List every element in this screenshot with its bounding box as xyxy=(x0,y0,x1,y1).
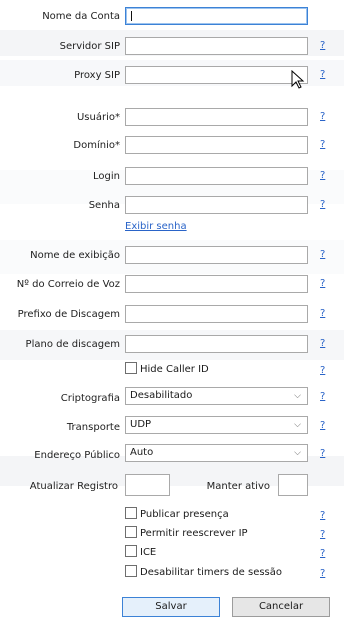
sip-proxy-label: Proxy SIP xyxy=(74,70,120,81)
allow-ip-rewrite-label: Permitir reescrever IP xyxy=(140,528,248,539)
public-address-help-link[interactable]: ? xyxy=(320,448,325,459)
login-help-link[interactable]: ? xyxy=(320,170,325,181)
encryption-select[interactable]: Desabilitado ⌵ xyxy=(125,387,308,405)
text-caret xyxy=(131,11,132,21)
checkbox-box[interactable] xyxy=(125,545,137,557)
publish-presence-help-link[interactable]: ? xyxy=(320,510,325,521)
disable-session-timers-label: Desabilitar timers de sessão xyxy=(140,567,283,578)
sip-server-help-link[interactable]: ? xyxy=(320,40,325,51)
hide-caller-id-label: Hide Caller ID xyxy=(140,364,209,375)
password-input[interactable] xyxy=(125,196,308,214)
user-label-text: Usuário xyxy=(76,112,115,123)
checkbox-box[interactable] xyxy=(125,507,137,519)
allow-ip-rewrite-checkbox[interactable]: Permitir reescrever IP xyxy=(125,526,248,541)
sip-proxy-input[interactable] xyxy=(125,66,308,84)
public-address-value: Auto xyxy=(130,447,154,458)
dial-prefix-label: Prefixo de Discagem xyxy=(17,309,120,320)
checkbox-box[interactable] xyxy=(125,362,137,374)
checkbox-box[interactable] xyxy=(125,526,137,538)
encryption-help-link[interactable]: ? xyxy=(320,391,325,402)
disable-session-timers-help-link[interactable]: ? xyxy=(320,568,325,579)
user-input[interactable] xyxy=(125,108,308,126)
public-address-select[interactable]: Auto ⌵ xyxy=(125,444,308,462)
keep-alive-input[interactable] xyxy=(278,474,308,496)
domain-help-link[interactable]: ? xyxy=(320,139,325,150)
sip-proxy-help-link[interactable]: ? xyxy=(320,69,325,80)
voicemail-input[interactable] xyxy=(125,275,308,293)
display-name-help-link[interactable]: ? xyxy=(320,249,325,260)
publish-presence-label: Publicar presença xyxy=(140,509,229,520)
transport-label: Transporte xyxy=(66,422,120,433)
display-name-input[interactable] xyxy=(125,246,308,264)
chevron-down-icon: ⌵ xyxy=(294,448,301,458)
disable-session-timers-checkbox[interactable]: Desabilitar timers de sessão xyxy=(125,565,283,580)
domain-input[interactable] xyxy=(125,136,308,154)
transport-value: UDP xyxy=(130,419,152,430)
transport-help-link[interactable]: ? xyxy=(320,420,325,431)
ice-checkbox[interactable]: ICE xyxy=(125,545,157,560)
dial-plan-input[interactable] xyxy=(125,335,308,353)
login-label: Login xyxy=(93,171,120,182)
ice-help-link[interactable]: ? xyxy=(320,548,325,559)
user-help-link[interactable]: ? xyxy=(320,111,325,122)
cancel-button[interactable]: Cancelar xyxy=(232,597,330,617)
domain-label: Domínio* xyxy=(0,139,120,152)
hide-caller-id-checkbox[interactable]: Hide Caller ID xyxy=(125,362,209,377)
required-mark: * xyxy=(115,112,120,123)
dial-prefix-help-link[interactable]: ? xyxy=(320,308,325,319)
account-name-label: Nome da Conta xyxy=(42,11,120,22)
ice-label: ICE xyxy=(140,547,157,558)
sip-server-input[interactable] xyxy=(125,37,308,55)
public-address-label: Endereço Público xyxy=(34,450,120,461)
display-name-label: Nome de exibição xyxy=(30,250,120,261)
allow-ip-rewrite-help-link[interactable]: ? xyxy=(320,529,325,540)
domain-label-text: Domínio xyxy=(73,140,115,151)
update-registration-input[interactable] xyxy=(125,474,170,496)
account-name-input[interactable] xyxy=(125,7,308,25)
mouse-pointer-icon xyxy=(291,70,305,89)
password-label: Senha xyxy=(88,200,120,211)
save-button[interactable]: Salvar xyxy=(122,597,220,617)
dial-prefix-input[interactable] xyxy=(125,305,308,323)
password-help-link[interactable]: ? xyxy=(320,199,325,210)
voicemail-help-link[interactable]: ? xyxy=(320,278,325,289)
user-label: Usuário* xyxy=(0,111,120,124)
sip-server-label: Servidor SIP xyxy=(59,41,120,52)
chevron-down-icon: ⌵ xyxy=(294,420,301,430)
voicemail-label: Nº do Correio de Voz xyxy=(16,279,120,290)
login-input[interactable] xyxy=(125,167,308,185)
keep-alive-label: Manter ativo xyxy=(206,481,270,492)
publish-presence-checkbox[interactable]: Publicar presença xyxy=(125,507,229,522)
dial-plan-help-link[interactable]: ? xyxy=(320,338,325,349)
hide-caller-id-help-link[interactable]: ? xyxy=(320,365,325,376)
encryption-value: Desabilitado xyxy=(130,390,193,401)
update-registration-label: Atualizar Registro xyxy=(29,481,118,492)
transport-select[interactable]: UDP ⌵ xyxy=(125,416,308,434)
required-mark: * xyxy=(115,140,120,151)
chevron-down-icon: ⌵ xyxy=(294,391,301,401)
show-password-link[interactable]: Exibir senha xyxy=(125,221,187,232)
checkbox-box[interactable] xyxy=(125,565,137,577)
dial-plan-label: Plano de discagem xyxy=(25,339,120,350)
encryption-label: Criptografia xyxy=(60,393,120,404)
